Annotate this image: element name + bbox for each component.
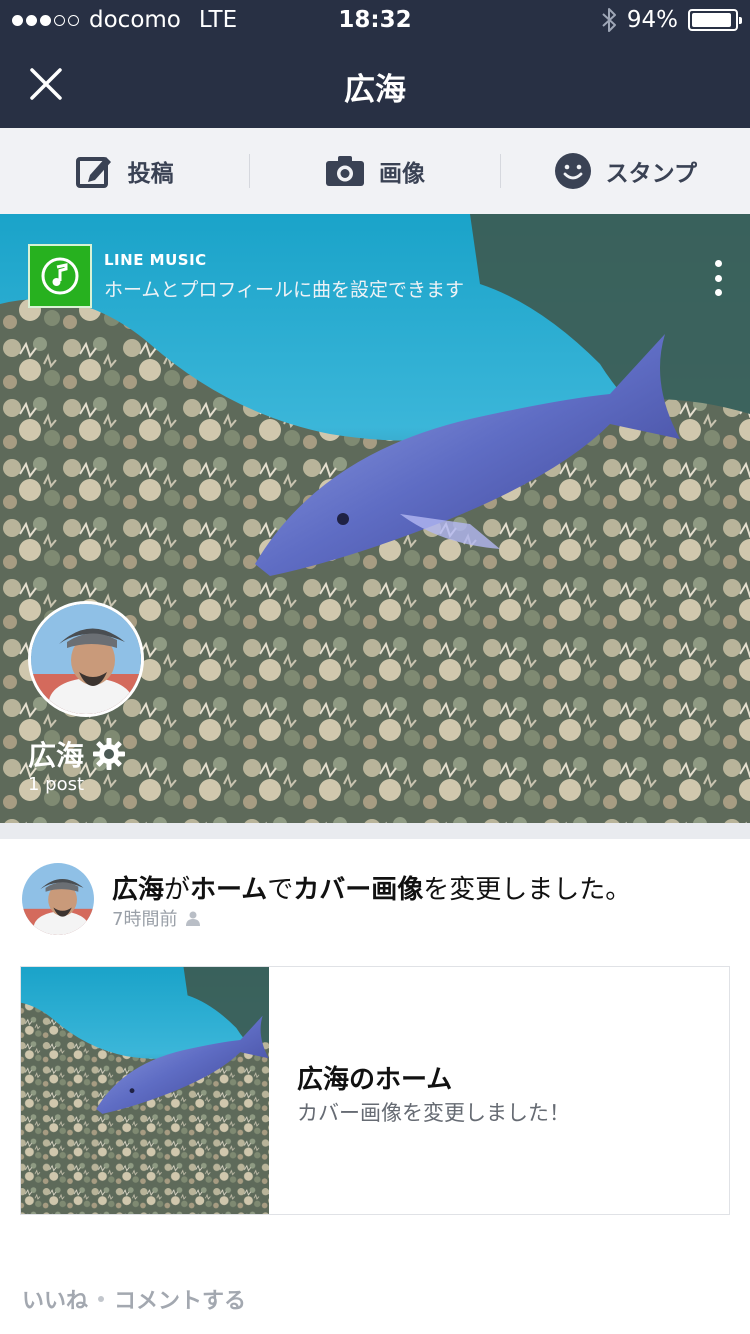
- headline-cover[interactable]: カバー画像: [293, 875, 423, 905]
- post-label: 投稿: [127, 161, 174, 187]
- image-label: 画像: [378, 161, 425, 187]
- section-divider: [0, 823, 750, 839]
- image-button[interactable]: 画像: [250, 154, 499, 188]
- bluetooth-icon: [602, 8, 616, 32]
- post-toolbar: 投稿 画像 スタンプ: [0, 128, 750, 214]
- cover-photo[interactable]: LINE MUSIC ホームとプロフィールに曲を設定できます 広海 1 post: [0, 214, 750, 823]
- feed-post: 広海がホームでカバー画像を変更しました。 7時間前 広海のホーム カバー画像を変…: [0, 839, 750, 1334]
- line-music-banner[interactable]: LINE MUSIC ホームとプロフィールに曲を設定できます: [28, 244, 464, 308]
- top-bar: docomo LTE 18:32 94% 広海: [0, 0, 750, 128]
- sticker-label: スタンプ: [605, 161, 697, 187]
- headline-text: を変更しました。: [423, 875, 632, 905]
- headline-name[interactable]: 広海: [112, 875, 164, 905]
- post-meta: 7時間前: [112, 905, 201, 931]
- profile-name-text: 広海: [28, 739, 85, 772]
- music-note-icon: [28, 244, 92, 308]
- sticker-button[interactable]: スタンプ: [501, 152, 750, 190]
- post-time: 7時間前: [112, 909, 178, 930]
- battery-icon: [688, 9, 742, 31]
- headline-text: で: [267, 875, 294, 905]
- card-subtitle: カバー画像を変更しました！: [297, 1101, 570, 1125]
- separator-dot: [98, 1296, 105, 1302]
- music-description: ホームとプロフィールに曲を設定できます: [104, 278, 465, 301]
- smiley-icon: [554, 153, 591, 189]
- post-avatar[interactable]: [22, 863, 94, 935]
- comment-button[interactable]: コメントする: [114, 1283, 246, 1315]
- settings-gear-icon[interactable]: [92, 737, 126, 771]
- more-icon[interactable]: [710, 260, 726, 296]
- status-bar: docomo LTE 18:32 94%: [0, 0, 750, 40]
- card-title: 広海のホーム: [297, 1065, 453, 1095]
- like-button[interactable]: いいね: [22, 1283, 88, 1315]
- post-headline: 広海がホームでカバー画像を変更しました。: [112, 869, 631, 906]
- nav-bar: 広海: [0, 40, 750, 128]
- avatar[interactable]: [28, 601, 144, 717]
- camera-icon: [325, 156, 364, 186]
- post-actions: いいね コメントする: [22, 1283, 246, 1315]
- battery-percent: 94%: [626, 7, 678, 33]
- post-count: 1 post: [28, 774, 85, 795]
- person-icon: [186, 911, 201, 926]
- profile-name[interactable]: 広海: [28, 734, 126, 774]
- post-button[interactable]: 投稿: [0, 153, 249, 189]
- page-title: 広海: [344, 72, 406, 108]
- card-thumbnail: [21, 967, 269, 1214]
- headline-text: が: [164, 875, 191, 905]
- headline-home[interactable]: ホーム: [190, 875, 267, 905]
- compose-icon: [75, 157, 111, 188]
- link-card[interactable]: 広海のホーム カバー画像を変更しました！: [20, 966, 730, 1215]
- music-brand: LINE MUSIC: [104, 250, 207, 269]
